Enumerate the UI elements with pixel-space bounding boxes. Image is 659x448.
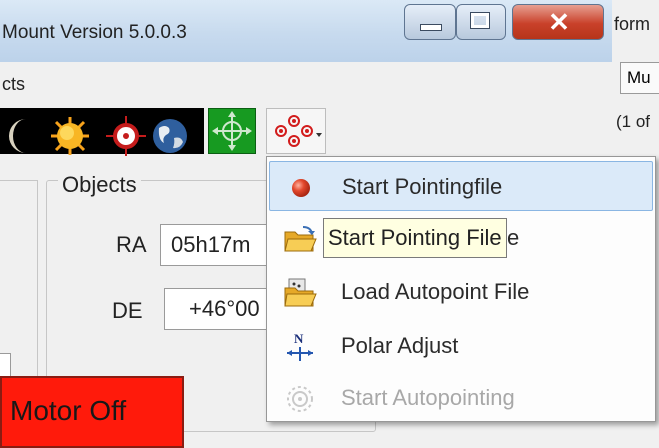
crosshair-icon[interactable]: [106, 116, 146, 156]
tooltip: Start Pointing File: [323, 218, 507, 258]
de-field[interactable]: +46°00: [164, 288, 270, 330]
toolbar: [0, 104, 330, 156]
slew-button[interactable]: [208, 108, 256, 154]
objects-group-title: Objects: [58, 172, 141, 198]
polar-north-icon: N: [287, 331, 313, 361]
menu-item-label: Start Pointingfile: [342, 174, 503, 199]
de-label: DE: [112, 298, 143, 323]
svg-text:N: N: [294, 331, 304, 346]
menu-item-load-autopoint-file[interactable]: Load Autopoint File: [269, 267, 653, 317]
earth-icon[interactable]: [150, 116, 190, 156]
background-window-title: form: [614, 14, 650, 34]
red-ball-icon: [292, 179, 310, 197]
moon-icon[interactable]: [2, 116, 36, 156]
pointing-icon: [275, 115, 322, 147]
title-bar: Mount Version 5.0.0.3 ✕: [0, 0, 612, 63]
menu-item-label: Start Autopointing: [341, 385, 515, 410]
open-folder-icon: [284, 226, 317, 252]
ra-label: RA: [116, 232, 147, 257]
menu-item-polar-adjust[interactable]: N Polar Adjust: [269, 321, 653, 371]
toolbar-icon-strip: [0, 108, 204, 156]
pointing-dropdown-menu: Start Pointingfile e Load Autopoint File…: [266, 156, 656, 422]
pointing-menu-button[interactable]: [266, 108, 326, 154]
menu-item-start-pointingfile[interactable]: Start Pointingfile: [269, 161, 653, 211]
maximize-button[interactable]: [456, 4, 506, 40]
menu-item-label: Load Autopoint File: [341, 279, 530, 304]
menu-item-label: e: [507, 225, 520, 250]
motor-off-button[interactable]: Motor Off: [0, 376, 184, 448]
background-window-text: (1 of: [616, 112, 651, 131]
minimize-button[interactable]: [404, 4, 456, 40]
close-icon: ✕: [548, 7, 570, 37]
minimize-icon: [420, 24, 442, 31]
load-folder-icon: [284, 278, 317, 307]
menu-item-label: Polar Adjust: [341, 333, 459, 358]
window-title: Mount Version 5.0.0.3: [2, 22, 187, 43]
menu-item-start-autopointing: Start Autopointing: [269, 373, 653, 423]
autopoint-gear-icon: [287, 386, 313, 412]
menu-item-objects[interactable]: cts: [2, 74, 25, 95]
ra-field[interactable]: 05h17m: [160, 224, 270, 266]
background-window-tab[interactable]: Mu: [620, 62, 659, 94]
sun-icon[interactable]: [50, 116, 90, 156]
close-button[interactable]: ✕: [512, 4, 604, 40]
maximize-icon: [470, 12, 490, 29]
move-arrows-icon: [212, 111, 252, 151]
